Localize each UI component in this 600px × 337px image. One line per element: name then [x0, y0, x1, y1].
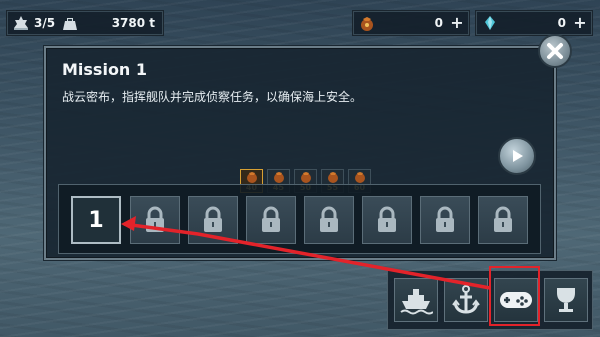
tutorial-arrow [121, 216, 491, 290]
